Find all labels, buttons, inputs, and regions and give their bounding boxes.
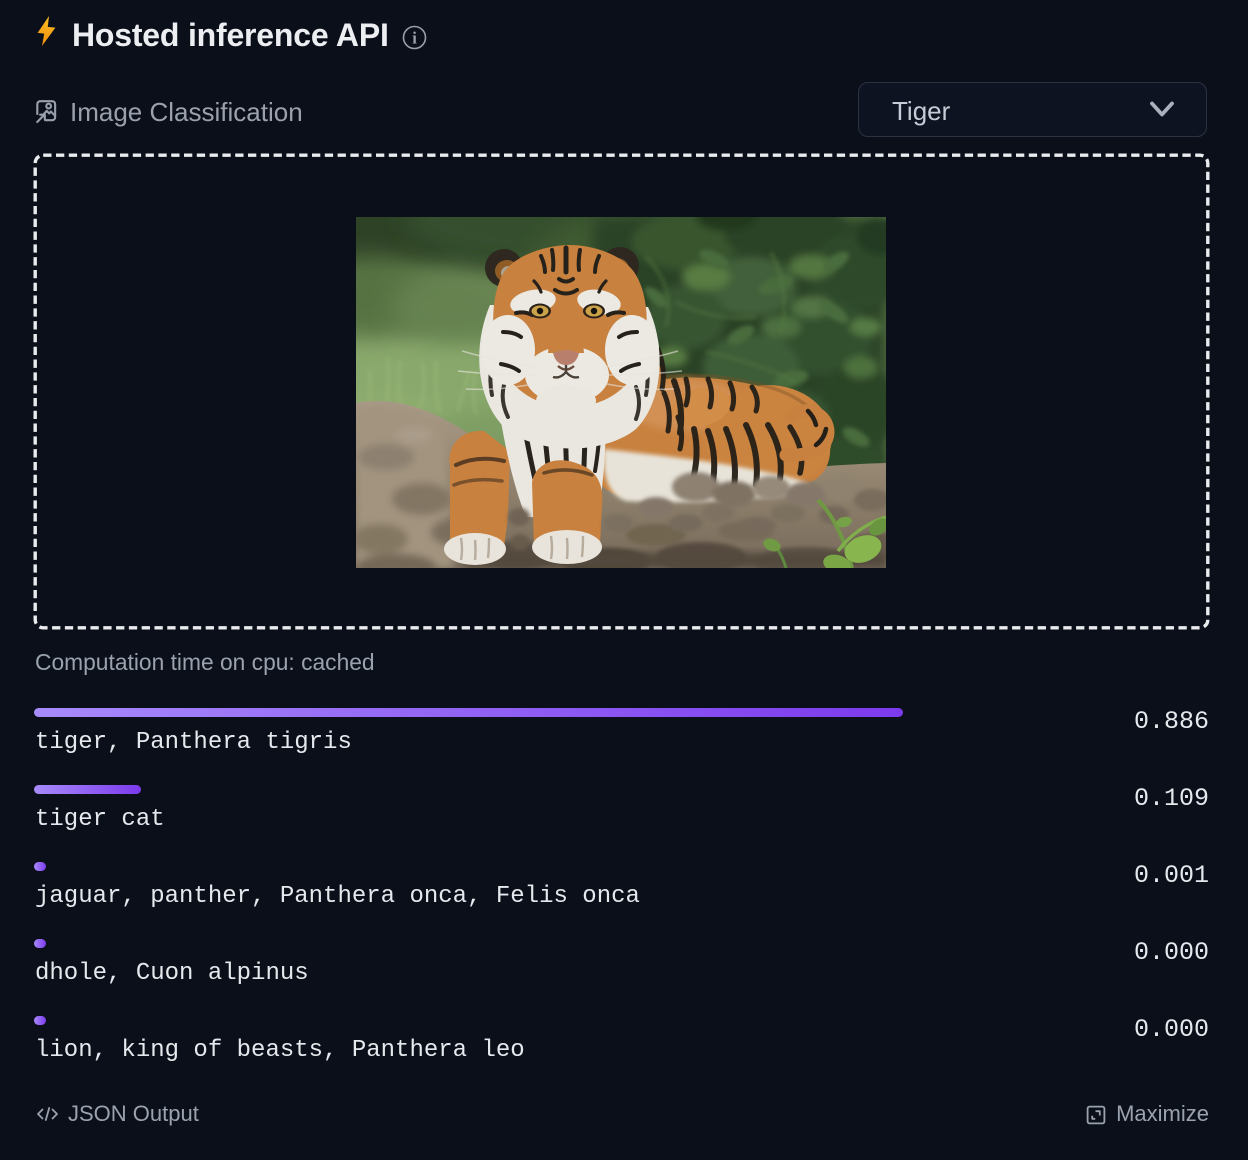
svg-text:i: i <box>412 28 417 47</box>
